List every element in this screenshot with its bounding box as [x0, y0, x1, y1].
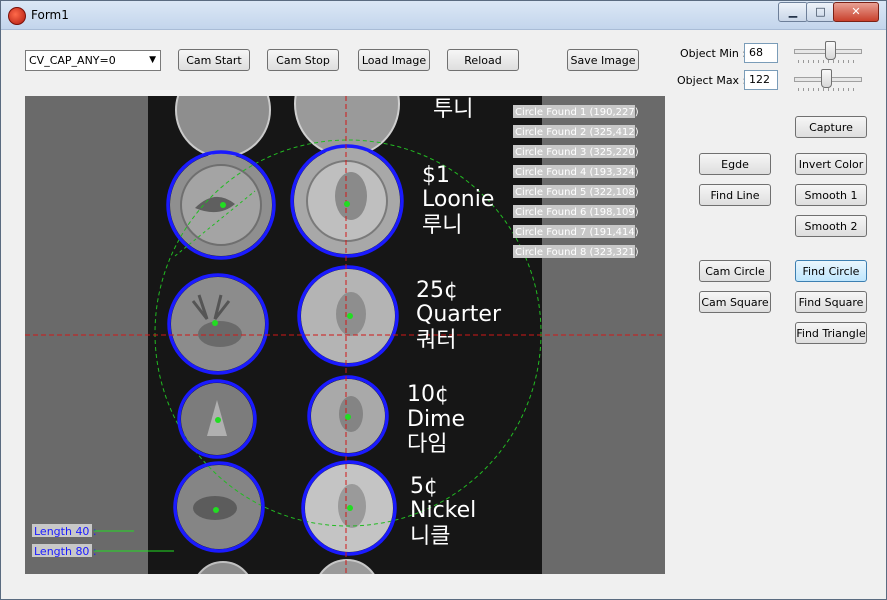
circle-found-item: Circle Found 1 (190,227)	[515, 107, 639, 118]
length-80-label: Length 80 :	[34, 545, 97, 558]
maximize-button[interactable]: □	[806, 2, 835, 22]
coin-nickel-left	[177, 465, 261, 549]
find-square-button[interactable]: Find Square	[795, 291, 867, 313]
object-max-slider-thumb[interactable]	[821, 69, 832, 88]
find-line-button[interactable]: Find Line	[699, 184, 771, 206]
caption-nickel-1: 5¢	[410, 474, 438, 499]
chevron-down-icon: ▼	[149, 55, 156, 65]
egde-button[interactable]: Egde	[699, 153, 771, 175]
circle-found-item: Circle Found 6 (198,109)	[515, 207, 639, 218]
circle-found-item: Circle Found 2 (325,412)	[515, 127, 639, 138]
camera-select-value: CV_CAP_ANY=0	[29, 54, 116, 67]
object-max-slider[interactable]	[794, 69, 862, 91]
save-image-button[interactable]: Save Image	[567, 49, 639, 71]
object-min-slider-thumb[interactable]	[825, 41, 836, 60]
object-min-field[interactable]: 68	[744, 43, 778, 63]
caption-dime-3: 다임	[407, 432, 447, 457]
caption-loonie-2: Loonie	[422, 187, 494, 212]
circle-found-item: Circle Found 8 (323,321)	[515, 247, 639, 258]
detection-overlay: 투니 $1 Loonie 루니 25¢ Quarter 쿼터 10¢ Dime …	[25, 96, 665, 574]
coin-quarter-left	[171, 277, 265, 371]
find-triangle-button[interactable]: Find Triangle	[795, 322, 867, 344]
caption-loonie-1: $1	[422, 163, 450, 188]
coin-partial-bottom-left	[197, 561, 249, 574]
caption-quarter-3: 쿼터	[416, 328, 456, 353]
length-40-label: Length 40 :	[34, 525, 97, 538]
caption-dime-1: 10¢	[407, 382, 449, 407]
invert-color-button[interactable]: Invert Color	[795, 153, 867, 175]
cam-circle-button[interactable]: Cam Circle	[699, 260, 771, 282]
smooth-1-button[interactable]: Smooth 1	[795, 184, 867, 206]
circle-found-item: Circle Found 5 (322,108)	[515, 187, 639, 198]
close-button[interactable]: ✕	[833, 2, 879, 22]
app-icon	[8, 7, 26, 25]
circle-found-list: Circle Found 1 (190,227) Circle Found 2 (…	[513, 105, 639, 258]
circle-found-item: Circle Found 7 (191,414)	[515, 227, 639, 238]
caption-quarter-2: Quarter	[416, 302, 502, 327]
title-bar: Form1 ▁ □ ✕	[1, 1, 886, 30]
coin-partial-bottom-right	[319, 559, 375, 574]
caption-top-partial: 투니	[433, 97, 473, 122]
main-window: Form1 ▁ □ ✕ CV_CAP_ANY=0 ▼ Cam Start Cam…	[0, 0, 887, 600]
circle-found-item: Circle Found 4 (193,324)	[515, 167, 639, 178]
object-min-slider[interactable]	[794, 41, 862, 63]
minimize-button[interactable]: ▁	[778, 2, 808, 22]
caption-loonie-3: 루니	[422, 213, 462, 238]
circle-found-item: Circle Found 3 (325,220)	[515, 147, 639, 158]
caption-dime-2: Dime	[407, 407, 465, 432]
camera-select[interactable]: CV_CAP_ANY=0 ▼	[25, 50, 161, 71]
object-max-label: Object Max :	[677, 74, 747, 87]
capture-button[interactable]: Capture	[795, 116, 867, 138]
window-title: Form1	[31, 8, 69, 22]
coin-captions: 투니 $1 Loonie 루니 25¢ Quarter 쿼터 10¢ Dime …	[407, 97, 502, 549]
load-image-button[interactable]: Load Image	[358, 49, 430, 71]
coin-partial-left	[175, 96, 271, 158]
object-min-label: Object Min :	[680, 47, 747, 60]
reload-button[interactable]: Reload	[447, 49, 519, 71]
cam-square-button[interactable]: Cam Square	[699, 291, 771, 313]
smooth-2-button[interactable]: Smooth 2	[795, 215, 867, 237]
cam-stop-button[interactable]: Cam Stop	[267, 49, 339, 71]
caption-nickel-2: Nickel	[410, 498, 476, 523]
image-viewer[interactable]: 투니 $1 Loonie 루니 25¢ Quarter 쿼터 10¢ Dime …	[25, 96, 665, 574]
caption-quarter-1: 25¢	[416, 278, 458, 303]
object-max-field[interactable]: 122	[744, 70, 778, 90]
find-circle-button[interactable]: Find Circle	[795, 260, 867, 282]
cam-start-button[interactable]: Cam Start	[178, 49, 250, 71]
caption-nickel-3: 니클	[410, 524, 450, 549]
